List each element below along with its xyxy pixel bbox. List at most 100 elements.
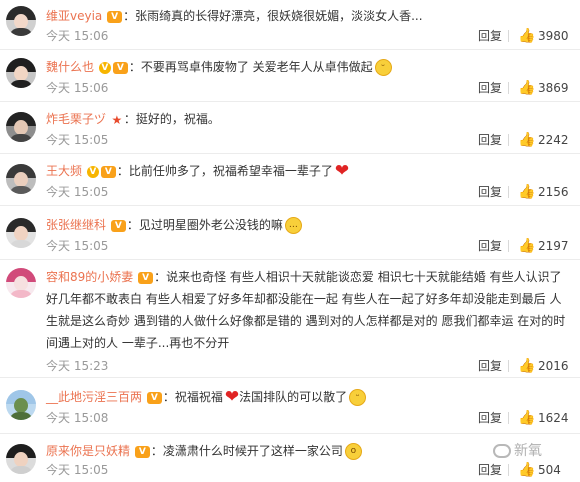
divider: [508, 412, 509, 424]
username-link[interactable]: 魏什么也: [46, 60, 94, 74]
watermark: 新氧: [493, 440, 573, 462]
comment-meta: 今天 15:23 回复 👍 2016: [46, 358, 569, 374]
username-link[interactable]: 维亚veyia: [46, 9, 102, 23]
reply-button[interactable]: 回复: [478, 238, 502, 254]
comment-body-continued: 法国排队的可以散了: [239, 390, 348, 404]
comment-body: ：比前任帅多了，祝福希望幸福一辈子了: [116, 164, 333, 178]
thumbs-up-icon[interactable]: 👍: [518, 184, 535, 200]
timestamp: 今天 15:05: [46, 239, 109, 253]
reply-button[interactable]: 回复: [478, 410, 502, 426]
divider: [508, 30, 509, 42]
comment-body: ：不要再骂卓伟废物了 关爱老年人从卓伟做起: [128, 60, 373, 74]
comment-meta: 今天 15:08 回复 👍 1624: [46, 410, 569, 426]
comment-meta: 今天 15:05 回复 👍 2156: [46, 184, 569, 200]
vip-badge-icon[interactable]: V: [107, 10, 123, 23]
heart-icon: ❤: [334, 161, 350, 181]
thumbs-up-icon[interactable]: 👍: [518, 358, 535, 374]
timestamp: 今天 15:06: [46, 29, 109, 43]
comment-text: 容和89的小娇妻 V ：说来也奇怪 有些人相识十天就能谈恋爱 相识七十天就能结婚 …: [46, 266, 568, 354]
vip-badge-icon[interactable]: V: [138, 271, 154, 284]
avatar[interactable]: [6, 58, 36, 88]
avatar[interactable]: [6, 112, 36, 142]
comment-text: 王大频 V V ：比前任帅多了，祝福希望幸福一辈子了 ❤: [46, 160, 566, 182]
comment-item: 维亚veyia V ：张雨绮真的长得好漂亮，很妖娆很妩媚，淡淡女人香... 今天 …: [0, 0, 580, 50]
timestamp: 今天 15:05: [46, 463, 109, 477]
timestamp: 今天 15:23: [46, 359, 109, 373]
like-count[interactable]: 2197: [538, 238, 569, 254]
comment-body: ：张雨绮真的长得好漂亮，很妖娆很妩媚，淡淡女人香...: [123, 9, 423, 23]
thumbs-up-icon[interactable]: 👍: [518, 132, 535, 148]
like-count[interactable]: 2156: [538, 184, 569, 200]
verified-badge-icon[interactable]: V: [98, 61, 111, 74]
reply-button[interactable]: 回复: [478, 184, 502, 200]
like-count[interactable]: 3869: [538, 80, 569, 96]
think-emoji-icon: …: [284, 217, 302, 234]
divider: [508, 82, 509, 94]
thumbs-up-icon[interactable]: 👍: [518, 28, 535, 44]
thumbs-up-icon[interactable]: 👍: [518, 238, 535, 254]
username-link[interactable]: 张张继继科: [46, 218, 106, 232]
reply-button[interactable]: 回复: [478, 358, 502, 374]
divider: [508, 464, 509, 476]
divider: [508, 186, 509, 198]
comment-item: __此地污淫三百两 V ：祝福祝福 ❤法国排队的可以散了 ᵕ 今天 15:08 回复 …: [0, 378, 580, 434]
username-link[interactable]: __此地污淫三百两: [46, 390, 142, 404]
star-badge-icon[interactable]: ★: [111, 114, 123, 126]
vip-badge-icon[interactable]: V: [146, 391, 162, 404]
comment-item: 炸毛栗子ヅ ★ ：挺好的，祝福。 今天 15:05 回复 👍 2242: [0, 102, 580, 154]
timestamp: 今天 15:05: [46, 133, 109, 147]
thumbs-up-icon[interactable]: 👍: [518, 462, 535, 478]
like-count[interactable]: 2016: [538, 358, 569, 374]
thumbs-up-icon[interactable]: 👍: [518, 410, 535, 426]
comment-text: 张张继继科 V ：见过明星圈外老公没钱的嘛…: [46, 214, 566, 236]
smile-emoji-icon: ᵕ: [374, 59, 392, 76]
username-link[interactable]: 王大频: [46, 164, 82, 178]
comment-text: 魏什么也 V V ：不要再骂卓伟废物了 关爱老年人从卓伟做起 ᵕ: [46, 56, 566, 78]
avatar[interactable]: [6, 268, 36, 298]
reply-button[interactable]: 回复: [478, 28, 502, 44]
reply-button[interactable]: 回复: [478, 462, 502, 478]
vip-badge-icon[interactable]: V: [110, 219, 126, 232]
verified-badge-icon[interactable]: V: [86, 165, 99, 178]
vip-badge-icon[interactable]: V: [100, 165, 116, 178]
like-count[interactable]: 1624: [538, 410, 569, 426]
heart-icon: ❤: [224, 387, 240, 407]
divider: [508, 134, 509, 146]
comment-meta: 今天 15:05 回复 👍 2242: [46, 132, 569, 148]
vip-badge-icon[interactable]: V: [112, 61, 128, 74]
comment-body: ：祝福祝福: [162, 390, 223, 404]
username-link[interactable]: 容和89的小娇妻: [46, 270, 133, 284]
avatar[interactable]: [6, 164, 36, 194]
divider: [508, 240, 509, 252]
avatar[interactable]: [6, 6, 36, 36]
comment-text: __此地污淫三百两 V ：祝福祝福 ❤法国排队的可以散了 ᵕ: [46, 386, 566, 408]
watermark-text: 新氧: [514, 443, 542, 459]
like-count[interactable]: 2242: [538, 132, 569, 148]
comment-item: 容和89的小娇妻 V ：说来也奇怪 有些人相识十天就能谈恋爱 相识七十天就能结婚 …: [0, 260, 580, 378]
vip-badge-icon[interactable]: V: [134, 445, 150, 458]
comment-body: ：挺好的，祝福。: [123, 112, 220, 126]
reply-button[interactable]: 回复: [478, 80, 502, 96]
username-link[interactable]: 原来你是只妖精: [46, 444, 130, 458]
username-link[interactable]: 炸毛栗子ヅ: [46, 112, 106, 126]
comment-meta: 今天 15:05 回复 👍 504: [46, 462, 566, 478]
comment-meta: 今天 15:06 回复 👍 3869: [46, 80, 569, 96]
shock-emoji-icon: o: [344, 443, 362, 460]
like-count[interactable]: 3980: [538, 28, 569, 44]
avatar[interactable]: [6, 218, 36, 248]
like-count[interactable]: 504: [538, 462, 561, 478]
comment-item: 王大频 V V ：比前任帅多了，祝福希望幸福一辈子了 ❤ 今天 15:05 回复 👍 …: [0, 154, 580, 206]
comment-item: 张张继继科 V ：见过明星圈外老公没钱的嘛… 今天 15:05 回复 👍 2197: [0, 206, 580, 260]
timestamp: 今天 15:06: [46, 81, 109, 95]
wechat-icon: [493, 444, 511, 458]
reply-button[interactable]: 回复: [478, 132, 502, 148]
comment-text: 炸毛栗子ヅ ★ ：挺好的，祝福。: [46, 108, 566, 130]
smile-emoji-icon: ᵕ: [349, 389, 367, 406]
avatar[interactable]: [6, 390, 36, 420]
timestamp: 今天 15:08: [46, 411, 109, 425]
thumbs-up-icon[interactable]: 👍: [518, 80, 535, 96]
timestamp: 今天 15:05: [46, 185, 109, 199]
comment-meta: 今天 15:05 回复 👍 2197: [46, 238, 569, 254]
comment-item: 魏什么也 V V ：不要再骂卓伟废物了 关爱老年人从卓伟做起 ᵕ 今天 15:06 回…: [0, 50, 580, 102]
avatar[interactable]: [6, 444, 36, 474]
